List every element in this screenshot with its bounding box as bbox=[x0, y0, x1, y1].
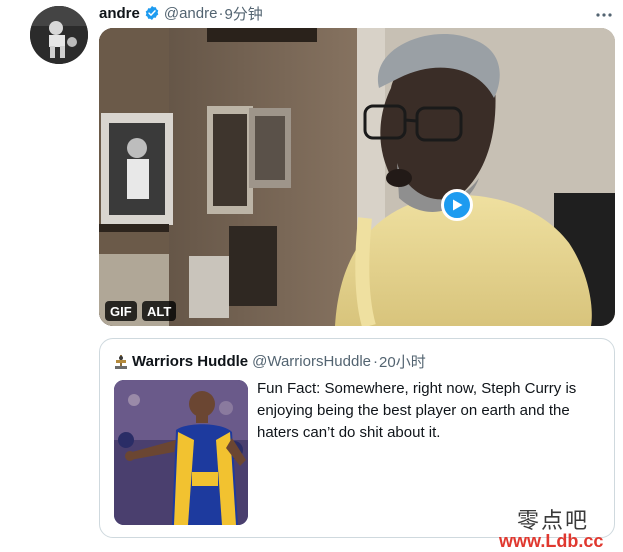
tweet-timestamp[interactable]: 9分钟 bbox=[224, 3, 262, 24]
author-avatar[interactable] bbox=[30, 6, 88, 64]
header-separator: · bbox=[218, 4, 224, 22]
more-icon[interactable] bbox=[595, 2, 613, 23]
quoted-author-handle[interactable]: @WarriorsHuddle bbox=[252, 353, 371, 370]
alt-badge[interactable]: ALT bbox=[142, 301, 177, 321]
warriors-huddle-logo-icon bbox=[114, 354, 128, 370]
tweet-header: andre @andre · 9分钟 bbox=[99, 2, 263, 24]
watermark-url: www.Ldb.cc bbox=[499, 531, 604, 551]
quoted-header-separator: · bbox=[373, 353, 379, 370]
author-name[interactable]: andre bbox=[99, 5, 140, 22]
gif-scene-image bbox=[99, 28, 615, 326]
quoted-tweet-text: Fun Fact: Somewhere, right now, Steph Cu… bbox=[257, 380, 577, 441]
quoted-tweet-header: Warriors Huddle @WarriorsHuddle · 20小时 bbox=[114, 351, 426, 372]
play-icon[interactable] bbox=[441, 189, 473, 221]
tweet-media-gif[interactable] bbox=[99, 28, 615, 326]
quoted-tweet-timestamp[interactable]: 20小时 bbox=[379, 351, 426, 372]
author-handle[interactable]: @andre bbox=[164, 5, 218, 22]
quoted-author-name[interactable]: Warriors Huddle bbox=[132, 353, 248, 370]
quoted-tweet-image[interactable] bbox=[114, 380, 248, 525]
verified-badge-icon bbox=[144, 5, 160, 21]
gif-badge: GIF bbox=[105, 301, 137, 321]
